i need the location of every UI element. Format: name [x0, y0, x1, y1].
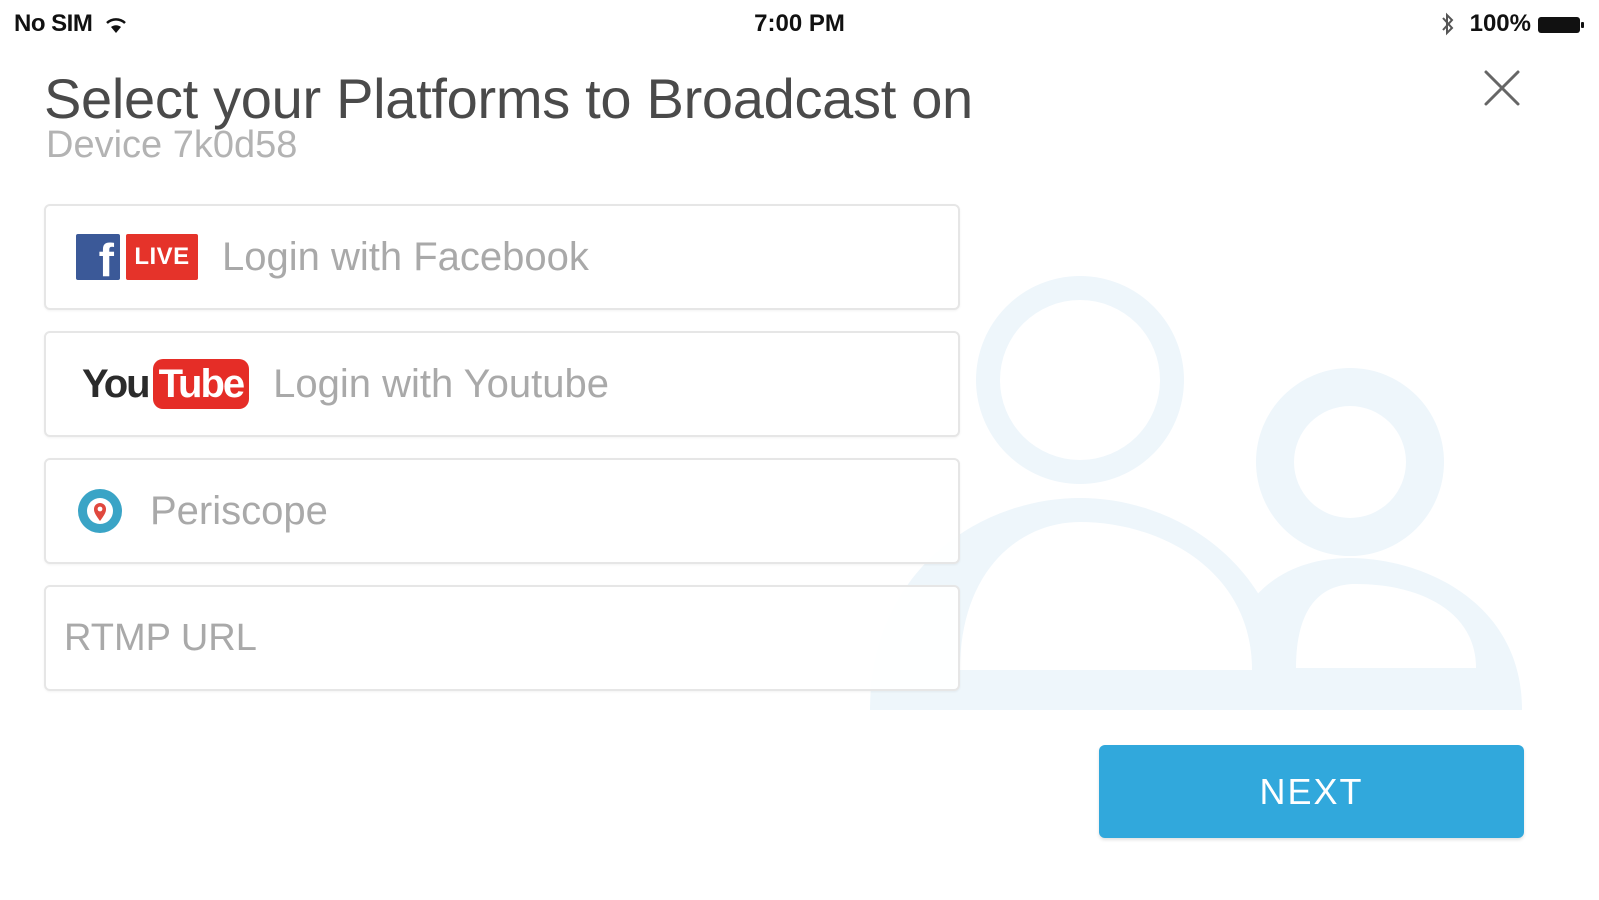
youtube-logo-you: You: [82, 361, 151, 406]
youtube-login-button[interactable]: You Tube Login with Youtube: [44, 331, 960, 437]
facebook-live-logo: f LIVE: [76, 234, 198, 280]
facebook-login-button[interactable]: f LIVE Login with Facebook: [44, 204, 960, 310]
bluetooth-icon: [1440, 11, 1456, 37]
periscope-button[interactable]: Periscope: [44, 458, 960, 564]
platform-list: f LIVE Login with Facebook You Tube Logi…: [44, 204, 960, 712]
close-button[interactable]: [1478, 64, 1526, 112]
battery-percent: 100%: [1469, 10, 1531, 37]
facebook-login-label: Login with Facebook: [222, 234, 589, 279]
live-badge: LIVE: [126, 234, 198, 280]
youtube-login-label: Login with Youtube: [273, 361, 610, 406]
rtmp-url-row: [44, 585, 960, 691]
broadcast-platform-screen: No SIM 7:00 PM 100% Select your Platform…: [0, 0, 1599, 900]
status-bar: No SIM 7:00 PM 100%: [0, 0, 1599, 48]
youtube-logo: You Tube: [82, 359, 250, 409]
periscope-icon: [78, 489, 122, 533]
status-right: 100%: [1440, 10, 1585, 38]
device-subtitle: Device 7k0d58: [46, 124, 298, 166]
next-button[interactable]: NEXT: [1099, 745, 1524, 838]
status-time: 7:00 PM: [754, 10, 845, 37]
battery-icon: [1537, 14, 1585, 34]
facebook-icon: f: [76, 234, 120, 280]
page-title: Select your Platforms to Broadcast on: [44, 67, 973, 130]
youtube-logo-tube: Tube: [152, 359, 250, 409]
rtmp-url-input[interactable]: [46, 587, 958, 689]
periscope-label: Periscope: [150, 488, 328, 533]
close-icon: [1484, 70, 1520, 106]
